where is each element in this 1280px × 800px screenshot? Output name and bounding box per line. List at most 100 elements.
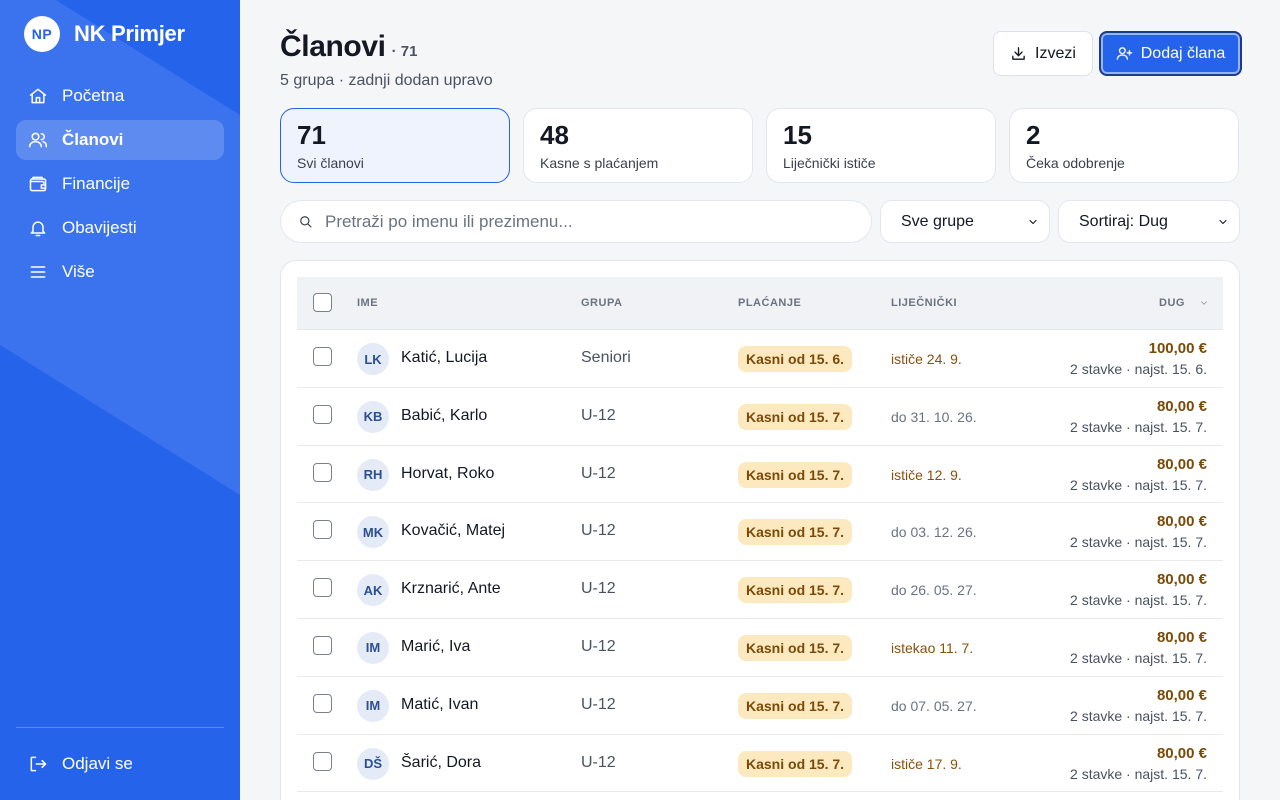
medical-status: do 31. 10. 26. <box>891 408 977 425</box>
logout-icon <box>30 756 47 772</box>
table-row[interactable]: MK Kovačić, Matej U-12 Kasni od 15. 7. d… <box>297 503 1223 562</box>
debt-items: 2 stavke · najst. 15. 7. <box>1070 476 1207 493</box>
debt-amount: 80,00 € <box>1156 397 1207 415</box>
sidebar-item-clanovi[interactable]: Članovi <box>16 120 224 160</box>
member-group: Seniori <box>581 349 631 366</box>
chevron-down-icon <box>1029 219 1037 224</box>
row-checkbox[interactable] <box>313 578 332 598</box>
column-header-payment[interactable]: PLAĆANJE <box>738 297 801 309</box>
avatar: IM <box>357 689 389 722</box>
member-group: U-12 <box>581 464 616 482</box>
stat-value: 71 <box>297 120 326 150</box>
column-header-medical[interactable]: LIJEČNIČKI <box>891 297 957 309</box>
avatar: RH <box>357 458 389 491</box>
sort-select[interactable]: Sortiraj: Dug <box>1058 200 1240 243</box>
member-name[interactable]: Kovačić, Matej <box>401 522 505 540</box>
debt-amount: 80,00 € <box>1156 686 1207 704</box>
debt-amount: 80,00 € <box>1156 571 1207 589</box>
search-icon <box>300 215 312 228</box>
logout-container: Odjavi se <box>16 744 224 788</box>
medical-status: do 07. 05. 27. <box>891 697 977 714</box>
stat-card-medical-expiring[interactable]: 15 Liječnički ističe <box>766 108 996 183</box>
add-member-label: Dodaj člana <box>1140 44 1226 62</box>
debt-cell: 80,00 € 2 stavke · najst. 15. 7. <box>1070 687 1207 724</box>
page-header: Članovi · 71 <box>280 30 417 64</box>
member-name[interactable]: Katić, Lucija <box>401 349 487 367</box>
brand-name: NK Primjer <box>74 21 185 46</box>
table-row[interactable]: AK Krznarić, Ante U-12 Kasni od 15. 7. d… <box>297 561 1223 619</box>
medical-status: ističe 12. 9. <box>891 466 962 483</box>
search-input[interactable] <box>325 211 845 232</box>
debt-items: 2 stavke · najst. 15. 7. <box>1070 765 1207 782</box>
debt-cell: 80,00 € 2 stavke · najst. 15. 7. <box>1070 456 1207 493</box>
stat-card-all-members[interactable]: 71 Svi članovi <box>280 108 510 183</box>
medical-status: ističe 17. 9. <box>891 755 962 772</box>
stats-row: 71 Svi članovi 48 Kasne s plaćanjem 15 L… <box>280 108 1239 183</box>
table-row[interactable]: DŠ Šarić, Dora U-12 Kasni od 15. 7. isti… <box>297 735 1223 793</box>
row-checkbox[interactable] <box>313 404 332 424</box>
brand-logo: NP <box>24 16 60 52</box>
member-name[interactable]: Matić, Ivan <box>401 696 478 714</box>
menu-icon <box>30 266 46 278</box>
home-icon <box>29 88 47 104</box>
logout-button[interactable]: Odjavi se <box>16 744 224 784</box>
medical-status: do 03. 12. 26. <box>891 524 977 541</box>
sort-desc-icon[interactable] <box>1199 298 1209 308</box>
member-group: U-12 <box>581 406 616 424</box>
debt-items: 2 stavke · najst. 15. 7. <box>1070 649 1207 666</box>
row-checkbox[interactable] <box>313 520 332 540</box>
page-title: Članovi <box>280 30 386 63</box>
member-name[interactable]: Horvat, Roko <box>401 465 494 483</box>
bell-icon <box>30 221 46 237</box>
sidebar: NP NK Primjer Početna Članovi Financije … <box>0 0 240 800</box>
table-row[interactable]: IM Matić, Ivan U-12 Kasni od 15. 7. do 0… <box>297 677 1223 735</box>
payment-status-badge: Kasni od 15. 7. <box>738 403 853 430</box>
row-checkbox[interactable] <box>313 462 332 482</box>
sidebar-item-label: Više <box>62 262 95 281</box>
row-checkbox[interactable] <box>313 751 332 771</box>
sidebar-item-pocetna[interactable]: Početna <box>16 76 224 116</box>
users-icon <box>28 132 48 148</box>
row-checkbox[interactable] <box>313 635 332 655</box>
column-header-group[interactable]: GRUPA <box>581 297 622 309</box>
debt-cell: 80,00 € 2 stavke · najst. 15. 7. <box>1070 629 1207 666</box>
stat-value: 2 <box>1026 120 1041 150</box>
page-subtitle: 5 grupa · zadnji dodan upravo <box>280 72 493 89</box>
payment-status-badge: Kasni od 15. 7. <box>738 519 853 546</box>
sidebar-item-vise[interactable]: Više <box>16 252 224 292</box>
sidebar-item-financije[interactable]: Financije <box>16 164 224 204</box>
sidebar-item-label: Početna <box>62 86 125 105</box>
wallet-icon <box>29 176 47 192</box>
stat-card-pending-approval[interactable]: 2 Čeka odobrenje <box>1009 108 1239 183</box>
table-row[interactable]: RH Horvat, Roko U-12 Kasni od 15. 7. ist… <box>297 446 1223 504</box>
group-select[interactable]: Sve grupe <box>880 200 1050 243</box>
member-name[interactable]: Šarić, Dora <box>401 754 481 772</box>
column-header-debt[interactable]: DUG <box>1159 297 1185 309</box>
row-checkbox[interactable] <box>313 347 332 366</box>
table-row[interactable]: KB Babić, Karlo U-12 Kasni od 15. 7. do … <box>297 388 1223 446</box>
select-all-checkbox[interactable] <box>313 293 332 312</box>
stat-value: 15 <box>783 120 812 150</box>
table-row[interactable]: LK Katić, Lucija Seniori Kasni od 15. 6.… <box>297 330 1223 388</box>
row-checkbox[interactable] <box>313 693 332 713</box>
brand[interactable]: NP NK Primjer <box>24 16 185 52</box>
column-header-name[interactable]: IME <box>357 297 378 309</box>
member-name[interactable]: Marić, Iva <box>401 638 470 656</box>
sidebar-item-obavijesti[interactable]: Obavijesti <box>16 208 224 248</box>
avatar: AK <box>357 574 389 607</box>
avatar: DŠ <box>357 747 389 780</box>
payment-status-badge: Kasni od 15. 7. <box>738 577 853 604</box>
table-row[interactable]: IM Marić, Iva U-12 Kasni od 15. 7. istek… <box>297 619 1223 677</box>
member-group: U-12 <box>581 695 616 713</box>
stat-label: Liječnički ističe <box>783 155 876 171</box>
stat-card-late-payment[interactable]: 48 Kasne s plaćanjem <box>523 108 753 183</box>
debt-items: 2 stavke · najst. 15. 7. <box>1070 534 1207 551</box>
member-name[interactable]: Babić, Karlo <box>401 407 487 425</box>
add-member-button[interactable]: Dodaj člana <box>1099 31 1242 76</box>
avatar: MK <box>357 516 389 549</box>
debt-items: 2 stavke · najst. 15. 7. <box>1070 592 1207 609</box>
export-button[interactable]: Izvezi <box>993 31 1093 76</box>
member-name[interactable]: Krznarić, Ante <box>401 580 501 598</box>
debt-cell: 80,00 € 2 stavke · najst. 15. 7. <box>1070 398 1207 435</box>
debt-amount: 80,00 € <box>1156 455 1207 473</box>
